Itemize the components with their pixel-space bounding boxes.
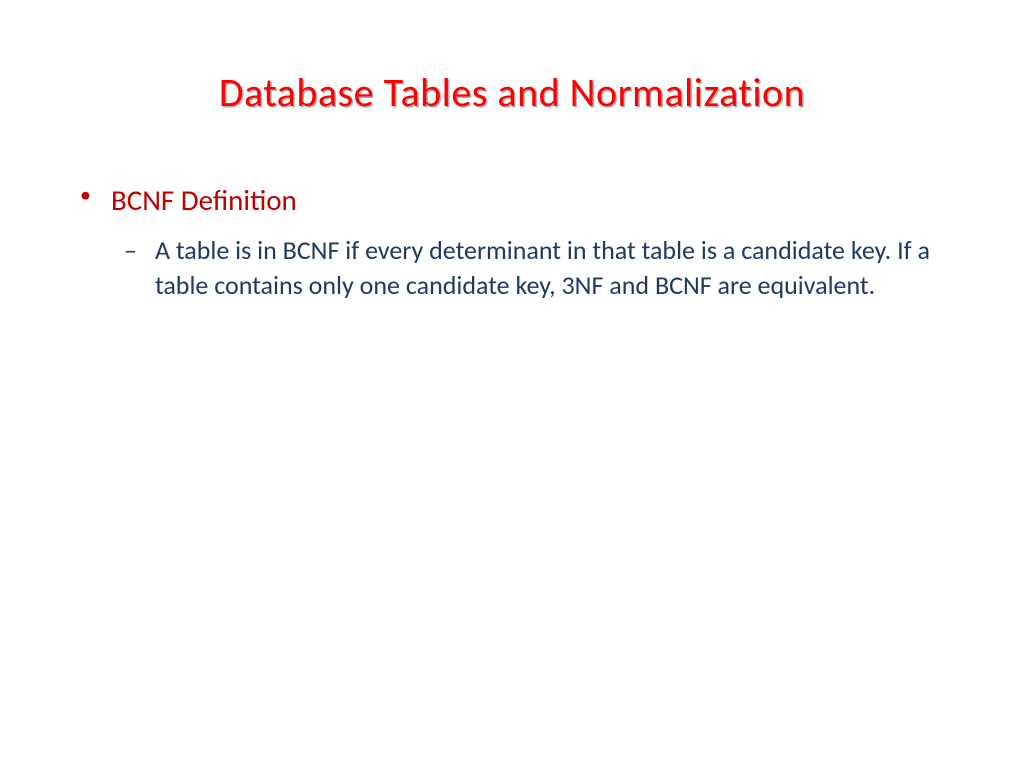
bullet-text-l2: A table is in BCNF if every determinant … <box>155 233 944 303</box>
bullet-marker-l2: – <box>124 233 137 268</box>
bullet-level-1: • BCNF Definition <box>80 180 944 221</box>
bullet-marker-l1: • <box>80 180 91 211</box>
bullet-level-2: – A table is in BCNF if every determinan… <box>124 233 944 303</box>
slide-title: Database Tables and Normalization <box>0 68 1024 117</box>
bullet-text-l1: BCNF Definition <box>111 180 297 221</box>
slide-content: • BCNF Definition – A table is in BCNF i… <box>80 180 944 303</box>
